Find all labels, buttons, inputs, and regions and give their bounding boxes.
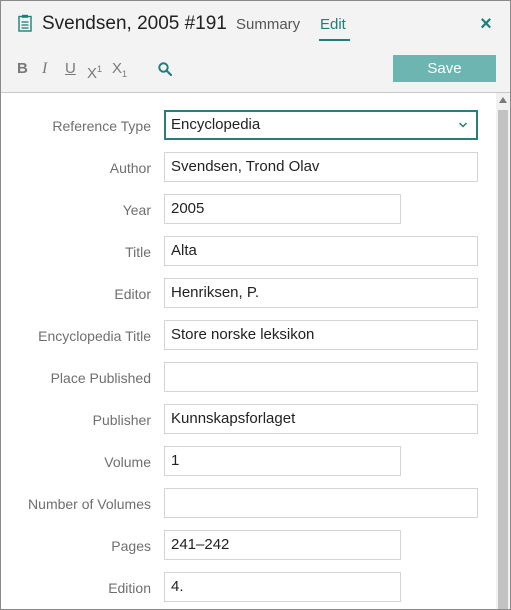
text-field[interactable]: Alta [164, 236, 478, 266]
title-row: Svendsen, 2005 #191 Summary Edit × [1, 1, 510, 47]
edit-form: Reference Type Encyclopedia Author Svendsen… [1, 93, 496, 609]
clipboard-icon [18, 14, 32, 32]
header: Svendsen, 2005 #191 Summary Edit × B I U… [1, 1, 510, 93]
selected-value: Encyclopedia [171, 116, 261, 133]
text-field[interactable] [164, 362, 478, 392]
subscript-mark: 1 [122, 69, 128, 79]
form-row: Number of Volumes [1, 488, 496, 520]
reference-editor-window: Svendsen, 2005 #191 Summary Edit × B I U… [0, 0, 511, 610]
field-label: Edition [108, 580, 151, 596]
text-field[interactable]: 1 [164, 446, 401, 476]
form-row: Publisher Kunnskapsforlaget [1, 404, 496, 436]
form-row: Year 2005 [1, 194, 496, 226]
form-row: Pages 241–242 [1, 530, 496, 562]
text-field[interactable]: 2005 [164, 194, 401, 224]
form-row: Reference Type Encyclopedia [1, 110, 496, 142]
superscript-button[interactable]: X1 [87, 59, 103, 82]
scroll-up-arrow-icon[interactable] [499, 97, 507, 103]
search-icon[interactable] [157, 61, 173, 77]
bold-button[interactable]: B [17, 59, 28, 79]
underline-button[interactable]: U [65, 59, 76, 79]
field-label: Encyclopedia Title [38, 328, 151, 344]
vertical-scrollbar[interactable] [496, 93, 510, 609]
form-row: Editor Henriksen, P. [1, 278, 496, 310]
scrollbar-thumb[interactable] [498, 110, 508, 609]
text-field[interactable]: 4. [164, 572, 401, 602]
chevron-down-icon [458, 122, 468, 128]
text-field[interactable]: Svendsen, Trond Olav [164, 152, 478, 182]
field-label: Publisher [92, 412, 151, 428]
field-label: Number of Volumes [28, 496, 151, 512]
save-button[interactable]: Save [393, 55, 496, 82]
active-tab-indicator [319, 39, 350, 41]
form-row: Volume 1 [1, 446, 496, 478]
superscript-mark: 1 [97, 64, 103, 74]
subscript-base: X [112, 60, 123, 77]
italic-button[interactable]: I [42, 59, 47, 79]
text-field[interactable]: 241–242 [164, 530, 401, 560]
field-label: Year [122, 202, 151, 218]
field-label: Author [109, 160, 151, 176]
subscript-button[interactable]: X1 [112, 59, 127, 79]
superscript-base: X [87, 65, 98, 82]
text-field[interactable]: Store norske leksikon [164, 320, 478, 350]
form-row: Encyclopedia Title Store norske leksikon [1, 320, 496, 352]
tab-edit[interactable]: Edit [320, 16, 346, 33]
close-button[interactable]: × [477, 14, 495, 34]
field-label: Volume [104, 454, 151, 470]
field-label: Pages [111, 538, 151, 554]
field-label: Title [125, 244, 151, 260]
reference-type-select[interactable]: Encyclopedia [164, 110, 478, 140]
field-label: Reference Type [52, 118, 151, 134]
formatting-toolbar: B I U X1 X1 Save [1, 51, 510, 87]
form-row: Place Published [1, 362, 496, 394]
text-field[interactable]: Henriksen, P. [164, 278, 478, 308]
tab-summary[interactable]: Summary [236, 16, 300, 33]
form-row: Edition 4. [1, 572, 496, 604]
field-label: Place Published [50, 370, 151, 386]
form-row: Title Alta [1, 236, 496, 268]
field-label: Editor [114, 286, 151, 302]
text-field[interactable]: Kunnskapsforlaget [164, 404, 478, 434]
reference-title: Svendsen, 2005 #191 [42, 13, 227, 34]
form-row: Author Svendsen, Trond Olav [1, 152, 496, 184]
text-field[interactable] [164, 488, 478, 518]
